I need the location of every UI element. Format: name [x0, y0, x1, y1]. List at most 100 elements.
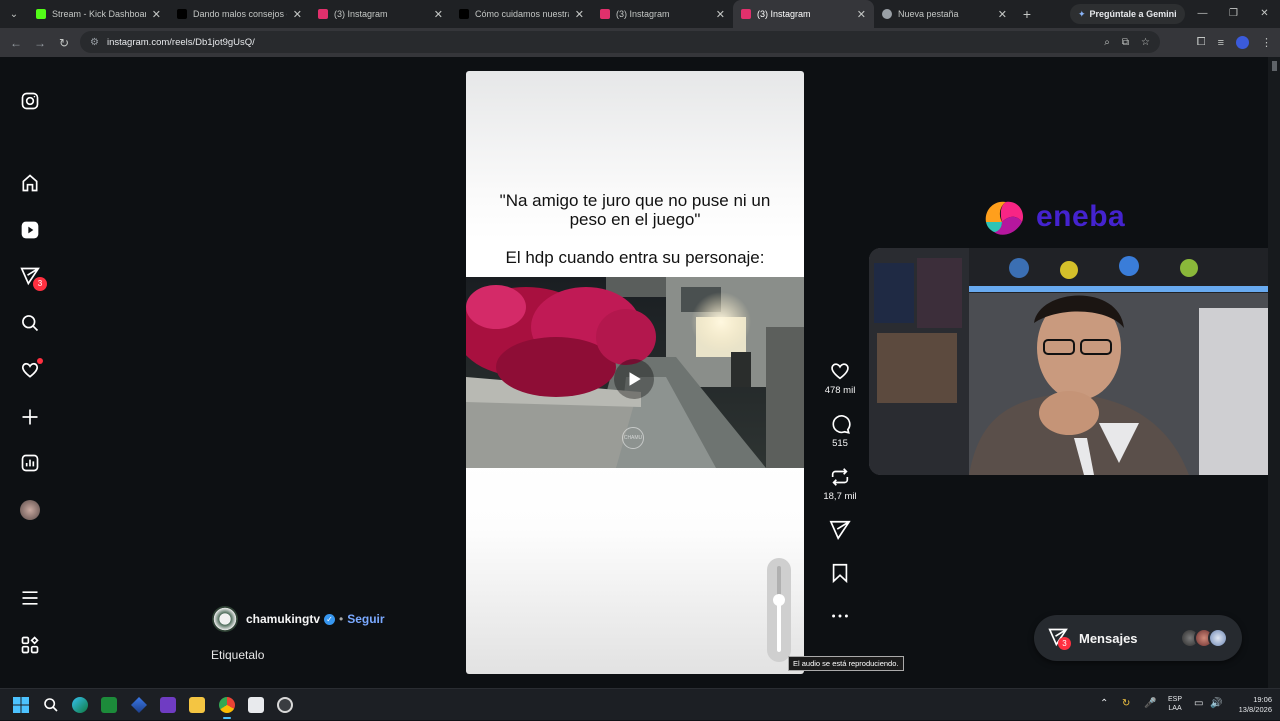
- direct-messages-icon[interactable]: 3: [19, 265, 47, 291]
- profile-avatar[interactable]: [1236, 36, 1249, 49]
- file-explorer-icon[interactable]: [186, 694, 208, 716]
- obs-icon[interactable]: [274, 694, 296, 716]
- edge-icon[interactable]: [69, 694, 91, 716]
- instagram-sidebar: 3: [0, 57, 62, 688]
- like-action[interactable]: 478 mil: [818, 360, 862, 396]
- tab-tiktok-1[interactable]: Dando malos consejos de ✕: [169, 0, 310, 28]
- close-window-icon[interactable]: ✕: [1249, 0, 1280, 28]
- forward-icon[interactable]: →: [28, 36, 52, 50]
- tab-close-icon[interactable]: ✕: [857, 8, 866, 21]
- reel-description[interactable]: Etiquetalo: [211, 648, 264, 662]
- chrome-icon[interactable]: [216, 694, 238, 719]
- messages-pill[interactable]: 3 Mensajes: [1034, 615, 1242, 661]
- reel-video-frame[interactable]: CHAMU: [466, 277, 804, 468]
- notifications-heart-icon[interactable]: [19, 358, 43, 381]
- volume-icon[interactable]: 🔊: [1210, 698, 1222, 709]
- tab-strip: ⌄ Stream - Kick Dashboard ✕ Dando malos c…: [0, 0, 1280, 28]
- clock-time: 19:06: [1253, 695, 1272, 704]
- messages-icon-wrap: 3: [1048, 627, 1071, 650]
- author-avatar[interactable]: [212, 606, 238, 632]
- more-options-action[interactable]: [818, 605, 862, 627]
- tab-search-chevron-icon[interactable]: ⌄: [0, 0, 28, 28]
- tab-close-icon[interactable]: ✕: [998, 8, 1007, 21]
- bookmark-star-icon[interactable]: ☆: [1141, 37, 1150, 48]
- site-info-icon[interactable]: ⚙: [90, 37, 99, 48]
- volume-slider[interactable]: [767, 558, 791, 662]
- display-icon[interactable]: ▭: [1194, 698, 1203, 709]
- back-icon[interactable]: ←: [4, 36, 28, 50]
- reels-icon[interactable]: [19, 219, 41, 241]
- search-icon[interactable]: [19, 312, 41, 334]
- tab-new-tab[interactable]: Nueva pestaña ✕: [874, 0, 1015, 28]
- minimize-icon[interactable]: —: [1187, 0, 1218, 28]
- volume-knob[interactable]: [773, 594, 785, 606]
- reel-player[interactable]: "Na amigo te juro que no puse ni un peso…: [466, 71, 804, 674]
- notification-dot: [37, 358, 43, 364]
- gemini-button[interactable]: ✦ Pregúntale a Gemini: [1070, 4, 1185, 24]
- browser-menu-icon[interactable]: ⋮: [1261, 36, 1272, 49]
- author-username[interactable]: chamukingtv: [246, 612, 320, 626]
- profile-avatar[interactable]: [19, 499, 41, 521]
- clock-date: 13/8/2026: [1238, 705, 1272, 714]
- audio-tooltip: El audio se está reproduciendo.: [788, 656, 904, 671]
- reading-list-icon[interactable]: ≡: [1218, 37, 1224, 49]
- play-icon: [629, 372, 641, 386]
- install-app-icon[interactable]: ⧉: [1122, 37, 1129, 48]
- gemini-sparkle-icon: ✦: [1078, 8, 1086, 19]
- messages-count-badge: 3: [1058, 637, 1071, 650]
- notepad-icon[interactable]: [245, 694, 267, 716]
- dev-app-icon[interactable]: [128, 694, 150, 716]
- avatar: [1208, 628, 1228, 648]
- tray-chevron-icon[interactable]: ⌃: [1100, 698, 1108, 709]
- reel-author: chamukingtv ✓ • Seguir: [212, 606, 385, 632]
- tab-instagram-2[interactable]: (3) Instagram ✕: [592, 0, 733, 28]
- toolbar-right: ⧠ ≡ ⋮: [1197, 28, 1272, 57]
- restore-icon[interactable]: ❐: [1218, 0, 1249, 28]
- address-bar[interactable]: ⚙ instagram.com/reels/Db1jot9gUsQ/ ⌕ ⧉ ☆: [80, 31, 1160, 53]
- instagram-page: 3 "Na amigo te juro que no puse ni un pe…: [0, 57, 1280, 688]
- create-plus-icon[interactable]: [19, 406, 41, 428]
- tab-close-icon[interactable]: ✕: [293, 8, 302, 21]
- instagram-logo-icon[interactable]: [19, 90, 41, 112]
- tab-title: (3) Instagram: [334, 9, 388, 19]
- more-menu-icon[interactable]: [19, 587, 41, 609]
- game-app-icon[interactable]: [157, 694, 179, 716]
- tab-close-icon[interactable]: ✕: [575, 8, 584, 21]
- home-icon[interactable]: [19, 172, 41, 194]
- new-tab-button[interactable]: +: [1015, 6, 1039, 22]
- search-taskbar-icon[interactable]: [40, 694, 62, 716]
- extensions-icon[interactable]: ⧠: [1197, 36, 1206, 49]
- xbox-app-icon[interactable]: [98, 694, 120, 716]
- save-action[interactable]: [818, 562, 862, 584]
- zoom-icon[interactable]: ⌕: [1104, 37, 1110, 48]
- tab-title: (3) Instagram: [616, 9, 670, 19]
- language-indicator[interactable]: ESP LAA: [1168, 695, 1182, 713]
- refresh-tray-icon[interactable]: ↻: [1122, 698, 1130, 709]
- tab-tiktok-2[interactable]: Cómo cuidamos nuestra s ✕: [451, 0, 592, 28]
- page-scrollbar[interactable]: [1268, 57, 1280, 688]
- also-from-meta-icon[interactable]: [19, 634, 41, 656]
- streamer-webcam: [869, 248, 1280, 475]
- dashboard-chart-icon[interactable]: [19, 452, 41, 474]
- separator-dot: •: [339, 612, 344, 626]
- reload-icon[interactable]: ↻: [52, 36, 76, 50]
- share-action[interactable]: [818, 519, 862, 541]
- follow-button[interactable]: Seguir: [347, 612, 384, 626]
- tab-close-icon[interactable]: ✕: [152, 8, 161, 21]
- microphone-icon[interactable]: 🎤: [1144, 698, 1156, 709]
- conversation-avatars: [1180, 628, 1228, 648]
- scroll-up-arrow-icon[interactable]: [1272, 61, 1277, 71]
- tab-instagram-active[interactable]: (3) Instagram ✕: [733, 0, 874, 28]
- tab-close-icon[interactable]: ✕: [716, 8, 725, 21]
- tab-instagram-1[interactable]: (3) Instagram ✕: [310, 0, 451, 28]
- tab-close-icon[interactable]: ✕: [434, 8, 443, 21]
- play-button[interactable]: [614, 359, 654, 399]
- tab-kick-dashboard[interactable]: Stream - Kick Dashboard ✕: [28, 0, 169, 28]
- omnibox-actions: ⌕ ⧉ ☆: [1104, 31, 1150, 53]
- repost-action[interactable]: 18,7 mil: [818, 466, 862, 502]
- start-button[interactable]: [10, 694, 32, 716]
- heart-icon: [831, 363, 849, 380]
- comment-action[interactable]: 515: [818, 413, 862, 449]
- taskbar-clock[interactable]: 19:06 13/8/2026: [1239, 695, 1272, 715]
- chrome-favicon-icon: [882, 9, 892, 19]
